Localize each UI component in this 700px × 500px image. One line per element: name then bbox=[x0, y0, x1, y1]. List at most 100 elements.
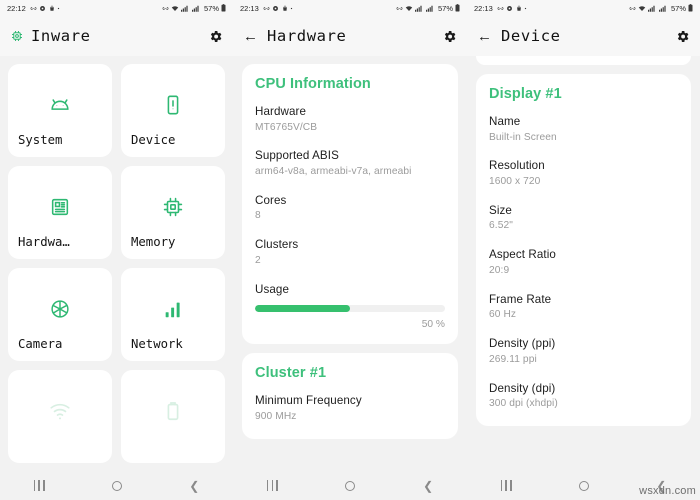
source-watermark: wsxdn.com bbox=[639, 485, 696, 497]
card-display-1: Display #1 Name Built-in Screen Resoluti… bbox=[476, 74, 691, 426]
screenshot-triptych: 22:12 57% Inware System Device Hardwa… M… bbox=[0, 0, 700, 500]
status-bar-system-icons: 57% bbox=[396, 4, 460, 13]
cpu-usage-percent-label: 50 % bbox=[421, 319, 445, 331]
tile-camera[interactable]: Camera bbox=[8, 268, 112, 361]
settings-gear-button[interactable] bbox=[675, 29, 690, 44]
info-value: 900 MHz bbox=[255, 410, 297, 422]
wifi-icon bbox=[171, 5, 179, 12]
home-icon[interactable] bbox=[345, 480, 356, 491]
info-value: 1600 x 720 bbox=[489, 176, 541, 188]
info-value: 8 bbox=[255, 210, 261, 222]
cpu-icon bbox=[162, 196, 184, 218]
info-row-density-ppi: Density (ppi) 269.11 ppi bbox=[489, 336, 678, 367]
card-title: Display #1 bbox=[489, 86, 562, 102]
card-cpu-information: CPU Information Hardware MT6765V/CB Supp… bbox=[242, 64, 458, 345]
info-key: Density (dpi) bbox=[489, 381, 556, 395]
battery-percent-label: 57% bbox=[670, 3, 686, 13]
status-bar-notification-icons bbox=[263, 5, 294, 12]
tile-label: System bbox=[18, 132, 63, 147]
signal-bars-icon bbox=[425, 5, 435, 12]
dot-icon bbox=[524, 7, 527, 10]
info-row-usage: Usage 50 % bbox=[255, 282, 445, 331]
system-nav-bar: ❮ bbox=[233, 471, 467, 500]
shopping-bag-icon bbox=[49, 5, 55, 12]
android-head-icon bbox=[49, 94, 71, 116]
link-icon bbox=[30, 5, 37, 12]
wifi-icon bbox=[49, 400, 71, 422]
back-icon[interactable]: ❮ bbox=[423, 480, 433, 492]
tile-wifi[interactable] bbox=[8, 370, 112, 463]
tile-memory[interactable]: Memory bbox=[121, 166, 225, 259]
app-bar-device: ← Device bbox=[467, 16, 700, 56]
home-icon[interactable] bbox=[111, 480, 122, 491]
recents-icon[interactable] bbox=[500, 480, 512, 491]
link-icon bbox=[162, 5, 169, 12]
phone-screen-device: 22:13 57% ← Device Display #1 Name Built… bbox=[467, 0, 700, 500]
info-key: Density (ppi) bbox=[489, 337, 556, 351]
battery-percent-label: 57% bbox=[203, 3, 219, 13]
info-key: Size bbox=[489, 203, 512, 217]
wifi-icon bbox=[405, 5, 413, 12]
signal-bars-icon bbox=[180, 5, 190, 12]
status-bar-clock: 22:13 bbox=[474, 3, 493, 13]
tile-label: Hardwa… bbox=[18, 234, 70, 249]
info-row-size: Size 6.52" bbox=[489, 203, 678, 234]
recents-icon[interactable] bbox=[33, 480, 45, 491]
tile-hardware[interactable]: Hardwa… bbox=[8, 166, 112, 259]
arrow-left-icon[interactable]: ← bbox=[477, 29, 492, 44]
tile-label: Camera bbox=[18, 336, 63, 351]
home-icon[interactable] bbox=[578, 480, 589, 491]
info-row-clusters: Clusters 2 bbox=[255, 237, 445, 268]
gear-icon bbox=[272, 5, 279, 12]
tile-label: Device bbox=[131, 132, 176, 147]
tile-device[interactable]: Device bbox=[121, 64, 225, 157]
back-icon[interactable]: ❮ bbox=[189, 480, 199, 492]
tile-battery[interactable] bbox=[121, 370, 225, 463]
info-row-frame-rate: Frame Rate 60 Hz bbox=[489, 292, 678, 323]
hardware-scroll-area[interactable]: CPU Information Hardware MT6765V/CB Supp… bbox=[233, 56, 467, 500]
settings-gear-button[interactable] bbox=[442, 29, 457, 44]
signal-bars-icon bbox=[658, 5, 668, 12]
status-bar: 22:13 57% bbox=[467, 0, 700, 16]
tile-system[interactable]: System bbox=[8, 64, 112, 157]
page-title: Device bbox=[501, 27, 561, 45]
arrow-left-icon[interactable]: ← bbox=[243, 29, 258, 44]
cpu-usage-progress-bar bbox=[255, 305, 445, 313]
info-row-density-dpi: Density (dpi) 300 dpi (xhdpi) bbox=[489, 381, 678, 412]
info-row-name: Name Built-in Screen bbox=[489, 114, 678, 145]
battery-icon bbox=[688, 4, 693, 12]
tile-network[interactable]: Network bbox=[121, 268, 225, 361]
page-title: Hardware bbox=[267, 27, 347, 45]
app-bar-home: Inware bbox=[0, 16, 233, 56]
status-bar-system-icons: 57% bbox=[162, 4, 226, 13]
tile-label: Network bbox=[131, 336, 183, 351]
info-value: 2 bbox=[255, 254, 261, 266]
info-key: Hardware bbox=[255, 105, 307, 118]
device-scroll-area[interactable]: Display #1 Name Built-in Screen Resoluti… bbox=[467, 56, 700, 500]
battery-percent-label: 57% bbox=[437, 3, 453, 13]
camera-aperture-icon bbox=[49, 298, 71, 320]
page-title: Inware bbox=[31, 27, 91, 45]
signal-bars-icon bbox=[647, 5, 657, 12]
dot-icon bbox=[290, 7, 293, 10]
settings-gear-button[interactable] bbox=[208, 29, 223, 44]
info-value: 60 Hz bbox=[489, 309, 517, 321]
info-key: Cores bbox=[255, 193, 287, 207]
shopping-bag-icon bbox=[516, 5, 522, 12]
home-tile-grid: System Device Hardwa… Memory Camera Netw… bbox=[0, 56, 233, 500]
recents-icon[interactable] bbox=[266, 480, 278, 491]
signal-bars-icon bbox=[162, 298, 184, 320]
shopping-bag-icon bbox=[282, 5, 288, 12]
info-value: 300 dpi (xhdpi) bbox=[489, 398, 558, 410]
chip-icon bbox=[10, 29, 24, 43]
status-bar-clock: 22:13 bbox=[240, 3, 259, 13]
memory-chip-icon bbox=[49, 196, 71, 218]
info-key: Supported ABIS bbox=[255, 149, 339, 163]
info-value: 6.52" bbox=[489, 220, 513, 232]
status-bar-system-icons: 57% bbox=[629, 4, 693, 13]
info-value: Built-in Screen bbox=[489, 131, 557, 143]
phone-screen-hardware: 22:13 57% ← Hardware CPU Information Har… bbox=[233, 0, 467, 500]
app-bar-hardware: ← Hardware bbox=[233, 16, 467, 56]
status-bar-notification-icons bbox=[30, 5, 61, 12]
signal-bars-icon bbox=[191, 5, 201, 12]
